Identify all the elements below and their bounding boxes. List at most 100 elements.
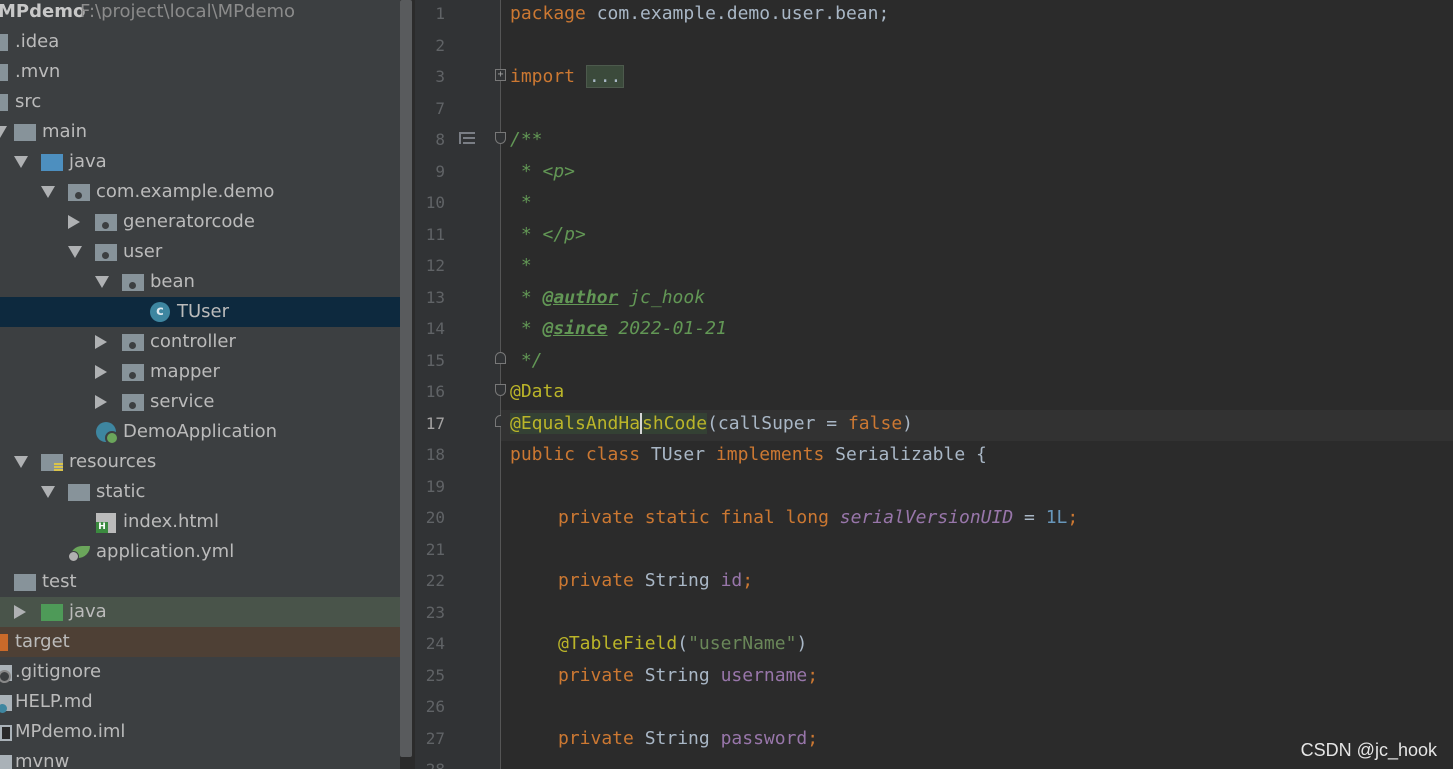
tree-item-mvn[interactable]: .mvn [0, 57, 400, 87]
chevron-down-icon[interactable] [0, 126, 7, 138]
code-line[interactable]: package com.example.demo.user.bean; [501, 0, 1453, 32]
tree-item-java-main[interactable]: java [0, 147, 400, 177]
code-line[interactable]: * @since 2022-01-21 [501, 315, 1453, 347]
code-text: ) [902, 412, 913, 434]
tree-item-demoapplication[interactable]: DemoApplication [0, 417, 400, 447]
tree-item-resources[interactable]: resources [0, 447, 400, 477]
doc-comment: * <p> [510, 160, 576, 182]
tree-item-mpdemo-iml[interactable]: MPdemo.iml [0, 717, 400, 747]
code-line[interactable]: * [501, 252, 1453, 284]
tree-item-label: src [15, 91, 42, 112]
semicolon: ; [807, 727, 819, 749]
tree-item-service[interactable]: service [0, 387, 400, 417]
code-line[interactable]: @TableField("userName") [501, 630, 1453, 662]
test-folder-icon [41, 604, 63, 621]
chevron-down-icon[interactable] [14, 456, 28, 468]
tree-item-target[interactable]: target [0, 627, 400, 657]
semicolon: ; [1067, 507, 1079, 528]
number-literal: 1L [1045, 507, 1068, 528]
tree-item-label: user [123, 241, 163, 262]
line-number: 25 [425, 665, 445, 685]
folder-icon [0, 94, 8, 111]
tree-item-label: java [69, 151, 107, 172]
tree-item-label: target [15, 631, 70, 652]
code-line[interactable]: private String username; [501, 662, 1453, 694]
tree-item-label: MPdemo.iml [15, 721, 126, 742]
package-icon [95, 244, 117, 261]
chevron-down-icon[interactable] [14, 156, 28, 168]
line-number: 28 [415, 756, 445, 769]
tree-item-mapper[interactable]: mapper [0, 357, 400, 387]
field-name: password [720, 727, 808, 749]
tree-item-generatorcode[interactable]: generatorcode [0, 207, 400, 237]
chevron-right-icon[interactable] [95, 335, 107, 349]
tree-item-static[interactable]: static [0, 477, 400, 507]
code-line[interactable]: private String id; [501, 567, 1453, 599]
tree-item-bean[interactable]: bean [0, 267, 400, 297]
tree-scrollbar[interactable] [400, 0, 412, 757]
code-line[interactable]: * @author jc_hook [501, 284, 1453, 316]
tree-item-label: static [96, 481, 146, 502]
code-line[interactable]: private static final long serialVersionU… [501, 504, 1453, 536]
line-number: 8 [435, 130, 445, 149]
code-text: (callSuper = [707, 412, 848, 434]
line-number: 9 [435, 161, 445, 181]
type-name: String [633, 570, 721, 591]
tree-item-controller[interactable]: controller [0, 327, 400, 357]
tree-item-test[interactable]: test [0, 567, 400, 597]
chevron-down-icon[interactable] [41, 186, 55, 198]
line-number: 1 [435, 4, 445, 23]
tree-item-user[interactable]: user [0, 237, 400, 267]
code-line[interactable]: public class TUser implements Serializab… [501, 441, 1453, 473]
tree-item-src[interactable]: src [0, 87, 400, 117]
folded-imports[interactable]: ... [585, 65, 625, 88]
keyword: false [847, 412, 903, 434]
tree-item-help-md[interactable]: HELP.md [0, 687, 400, 717]
tree-item-index-html[interactable]: H index.html [0, 507, 400, 537]
package-icon [95, 214, 117, 231]
code-text: = [1013, 507, 1046, 528]
keyword: private [558, 664, 634, 686]
tree-item-com-example-demo[interactable]: com.example.demo [0, 177, 400, 207]
tree-item-label: bean [150, 271, 195, 292]
line-number: 12 [425, 256, 445, 275]
tree-item-idea[interactable]: .idea [0, 27, 400, 57]
tree-item-label: HELP.md [15, 691, 93, 712]
field-name: id [720, 570, 743, 591]
tree-item-label: .mvn [15, 61, 61, 82]
line-number: 26 [425, 697, 445, 716]
annotation-caret: shCode [640, 412, 708, 434]
chevron-right-icon[interactable] [68, 215, 80, 229]
chevron-right-icon[interactable] [95, 395, 107, 409]
code-line[interactable]: * </p> [501, 221, 1453, 253]
doc-comment: /** [510, 129, 543, 150]
code-line[interactable]: /** [501, 126, 1453, 158]
code-line-current[interactable]: @EqualsAndHa shCode(callSuper = false) [501, 409, 1453, 441]
line-number: 18 [425, 445, 445, 464]
tree-item-label: test [42, 571, 77, 592]
type-name: String [633, 664, 721, 686]
tree-item-label: DemoApplication [123, 421, 278, 442]
render-doc-icon[interactable] [459, 132, 475, 144]
chevron-down-icon[interactable] [68, 246, 82, 258]
code-line[interactable]: @Data [501, 378, 1453, 410]
code-line[interactable]: * [501, 189, 1453, 221]
chevron-down-icon[interactable] [41, 486, 55, 498]
code-line[interactable]: import ... [501, 63, 1453, 95]
tree-item-java-test[interactable]: java [0, 597, 400, 627]
tree-item-main[interactable]: main [0, 117, 400, 147]
tree-item-mvnw[interactable]: mvnw [0, 747, 400, 769]
tree-item-gitignore[interactable]: .gitignore [0, 657, 400, 687]
markdown-file-icon [0, 695, 12, 713]
chevron-right-icon[interactable] [14, 605, 26, 619]
tree-item-label: resources [69, 451, 157, 472]
tree-item-tuser[interactable]: c TUser [0, 297, 400, 327]
chevron-right-icon[interactable] [95, 365, 107, 379]
tree-item-application-yml[interactable]: application.yml [0, 537, 400, 567]
code-line[interactable]: * <p> [501, 158, 1453, 190]
chevron-down-icon[interactable] [95, 276, 109, 288]
code-line[interactable]: */ [501, 347, 1453, 379]
script-file-icon [0, 755, 12, 769]
excluded-folder-icon [0, 634, 8, 651]
tree-root[interactable]: MPdemo F:\project\local\MPdemo [0, 0, 400, 27]
